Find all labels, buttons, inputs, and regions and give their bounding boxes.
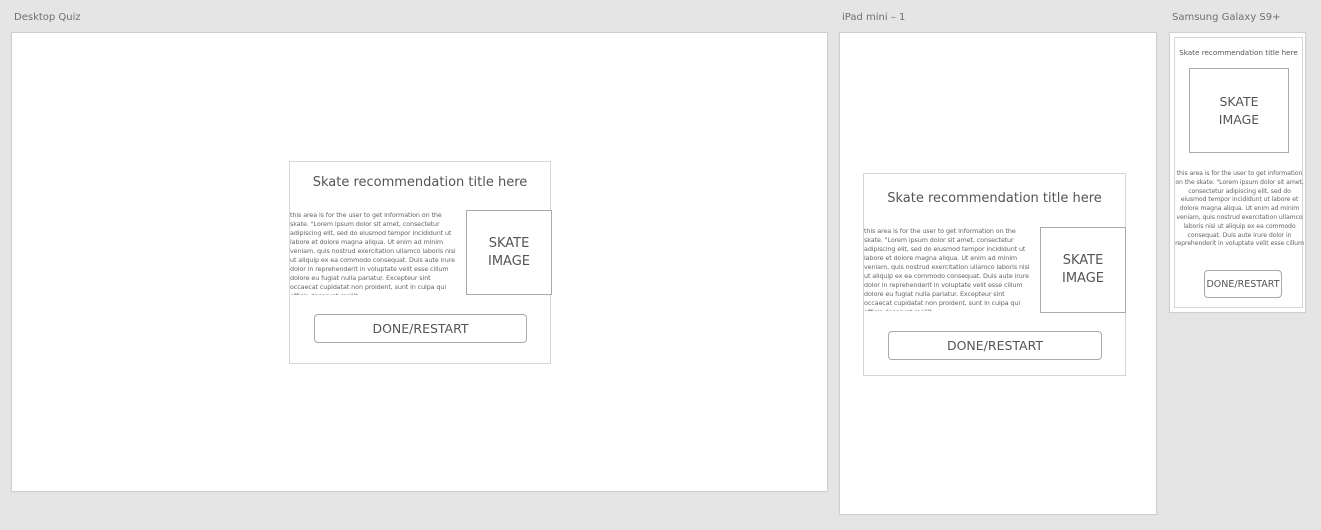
design-canvas: Desktop Quiz Skate recommendation title … — [0, 0, 1321, 530]
skate-description: this area is for the user to get informa… — [864, 227, 1030, 311]
recommendation-card: Skate recommendation title here this are… — [289, 161, 552, 364]
done-restart-label: DONE/RESTART — [1206, 278, 1280, 290]
skate-image-placeholder: SKATE IMAGE — [1040, 227, 1126, 313]
skate-image-placeholder: SKATE IMAGE — [1189, 68, 1289, 153]
artboard-ipad[interactable]: Skate recommendation title here this are… — [839, 32, 1157, 515]
artboard-label-samsung[interactable]: Samsung Galaxy S9+ — [1172, 12, 1281, 24]
artboard-label-desktop[interactable]: Desktop Quiz — [14, 12, 81, 24]
skate-image-label: SKATE IMAGE — [1218, 93, 1260, 127]
recommendation-card: Skate recommendation title here SKATE IM… — [1174, 37, 1304, 308]
skate-description: this area is for the user to get informa… — [1175, 170, 1304, 248]
recommendation-title: Skate recommendation title here — [312, 175, 528, 190]
recommendation-title: Skate recommendation title here — [1179, 48, 1298, 57]
artboard-label-ipad[interactable]: iPad mini – 1 — [842, 12, 905, 24]
recommendation-card: Skate recommendation title here this are… — [863, 173, 1126, 376]
skate-description: this area is for the user to get informa… — [290, 211, 456, 295]
artboard-samsung[interactable]: Skate recommendation title here SKATE IM… — [1169, 32, 1306, 313]
skate-image-placeholder: SKATE IMAGE — [466, 210, 552, 295]
done-restart-button[interactable]: DONE/RESTART — [888, 331, 1102, 360]
skate-image-label: SKATE IMAGE — [487, 235, 530, 269]
done-restart-label: DONE/RESTART — [946, 338, 1044, 353]
done-restart-button[interactable]: DONE/RESTART — [314, 314, 527, 343]
skate-image-label: SKATE IMAGE — [1061, 253, 1104, 286]
done-restart-label: DONE/RESTART — [372, 321, 469, 336]
artboard-desktop[interactable]: Skate recommendation title here this are… — [11, 32, 828, 492]
done-restart-button[interactable]: DONE/RESTART — [1204, 270, 1282, 298]
recommendation-title: Skate recommendation title here — [887, 191, 1102, 206]
